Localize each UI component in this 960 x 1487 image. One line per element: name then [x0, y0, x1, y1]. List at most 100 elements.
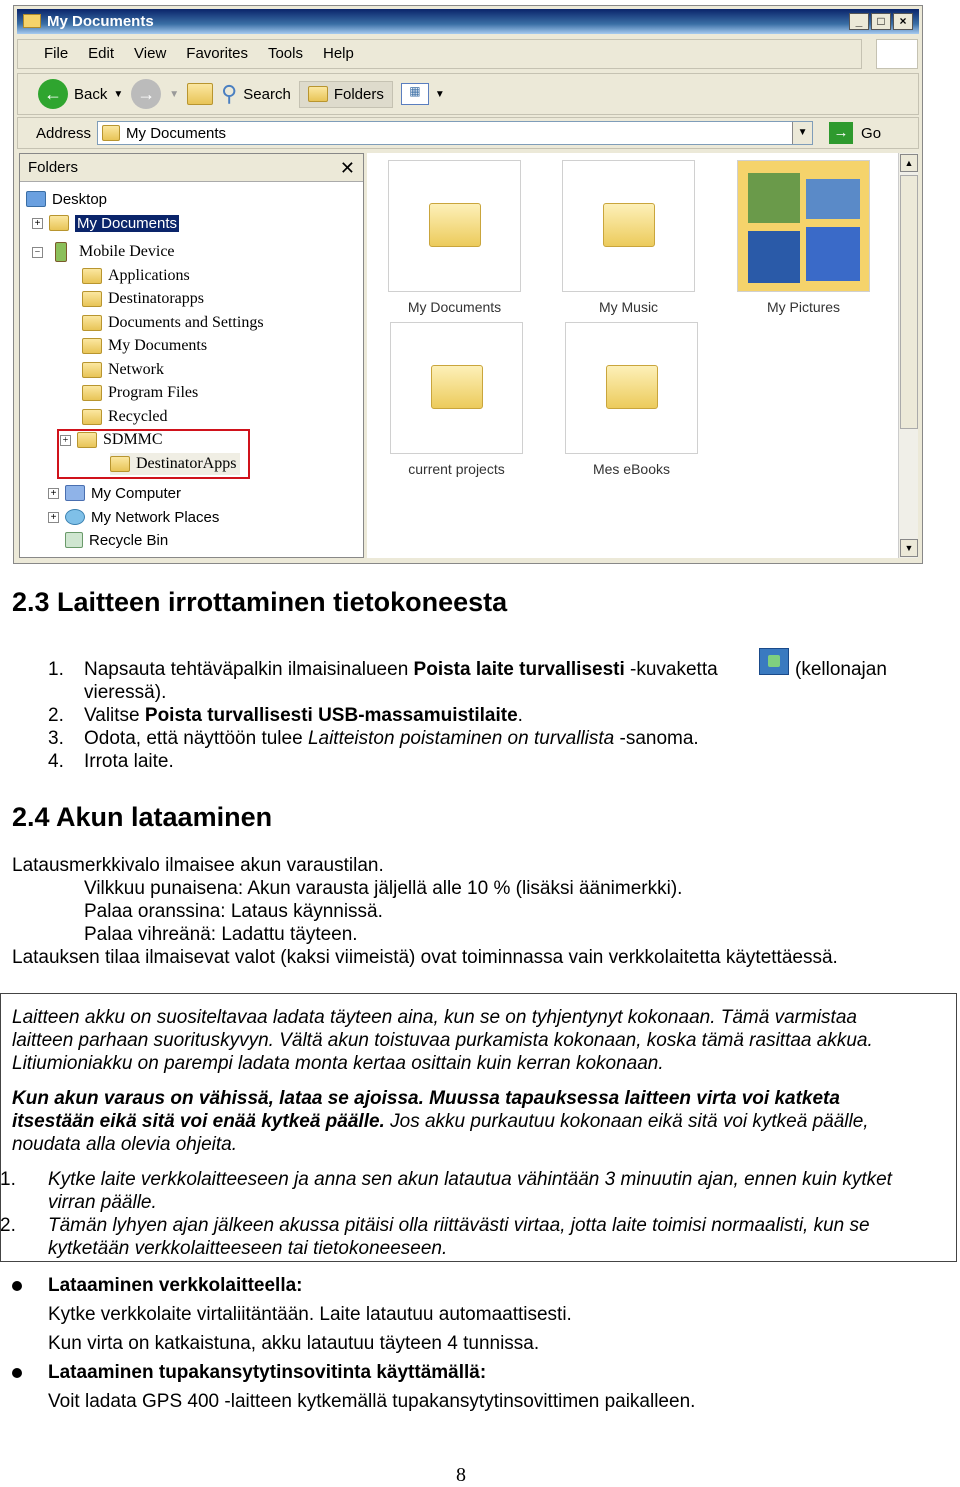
folder-icon — [82, 291, 102, 307]
views-button[interactable]: ▦ ▼ — [400, 83, 445, 105]
forward-button[interactable]: → — [131, 79, 162, 109]
file-item-my-documents[interactable] — [388, 160, 521, 292]
file-item-mes-ebooks[interactable] — [565, 322, 698, 454]
folder-icon — [429, 203, 481, 247]
tree-item-my-computer[interactable]: + My Computer — [48, 482, 181, 504]
close-button[interactable]: × — [893, 13, 913, 30]
safely-remove-hardware-icon — [759, 648, 789, 675]
note-text: laitteen parhaan suorituskyvyn. Vältä ak… — [12, 1030, 873, 1051]
menu-help[interactable]: Help — [323, 40, 354, 68]
step-number: 2. — [48, 705, 64, 726]
tree-item[interactable]: Network — [82, 359, 164, 381]
tree-item-recycle-bin[interactable]: Recycle Bin — [65, 529, 168, 551]
vertical-scrollbar[interactable]: ▲ ▼ — [898, 153, 918, 558]
expand-icon[interactable]: + — [48, 511, 59, 523]
maximize-button[interactable]: □ — [871, 13, 891, 30]
file-label: My Documents — [407, 299, 502, 315]
note-text: noudata alla olevia ohjeita. — [12, 1134, 238, 1155]
folder-icon — [82, 338, 102, 354]
title-bar: My Documents _ □ × — [17, 9, 919, 34]
file-label: current projects — [408, 461, 505, 477]
bullet-icon — [12, 1281, 22, 1291]
scroll-down-button[interactable]: ▼ — [900, 539, 918, 557]
picture-thumbnail — [748, 231, 800, 283]
folders-pane: Folders ✕ Desktop + My Documents − Mobile D… — [19, 153, 364, 558]
step-4: 4. Irrota laite. — [48, 750, 174, 773]
step-2: 2. Valitse Poista turvallisesti USB-massa… — [48, 704, 523, 727]
text: Valitse — [84, 705, 145, 726]
file-item-my-music[interactable] — [562, 160, 695, 292]
address-input[interactable]: My Documents ▼ — [97, 121, 814, 145]
toolbar: ← Back ▼ → ▼ ⚲ Search Folders ▦ ▼ — [17, 73, 919, 115]
bold-text: Poista laite turvallisesti — [413, 659, 625, 680]
tree-item-sdmmc[interactable]: + SDMMC — [60, 429, 163, 451]
tree-label: Mobile Device — [79, 243, 175, 260]
tree-item[interactable]: Recycled — [82, 406, 168, 428]
expand-icon[interactable]: + — [32, 217, 43, 229]
tree-item[interactable]: Program Files — [82, 382, 198, 404]
file-item-my-pictures[interactable] — [737, 160, 870, 292]
tree-label: DestinatorApps — [136, 455, 237, 472]
bullet-icon — [12, 1368, 22, 1378]
open-folder-icon — [110, 456, 130, 472]
tree-label: Documents and Settings — [108, 314, 264, 331]
back-arrow-icon: ← — [38, 79, 68, 109]
scroll-up-button[interactable]: ▲ — [900, 154, 918, 172]
tree-item[interactable]: My Documents — [82, 335, 207, 357]
tree-label: My Documents — [75, 214, 180, 232]
file-label: My Music — [598, 299, 659, 315]
tree-item-mobile-device[interactable]: − Mobile Device — [32, 241, 175, 263]
recycle-bin-icon — [65, 532, 83, 548]
step-number: 4. — [48, 751, 64, 772]
folder-icon — [82, 268, 102, 284]
folder-icon — [603, 203, 655, 247]
section-heading-2-4: 2.4 Akun lataaminen — [12, 802, 273, 832]
expand-icon[interactable]: + — [60, 434, 71, 446]
search-button[interactable]: ⚲ Search — [221, 81, 291, 107]
section-heading-2-3: 2.3 Laitteen irrottaminen tietokoneesta — [12, 587, 508, 617]
back-button[interactable]: ← Back ▼ — [38, 79, 123, 109]
folder-icon — [82, 362, 102, 378]
menu-edit[interactable]: Edit — [88, 40, 114, 68]
picture-thumbnail — [806, 227, 860, 281]
mobile-device-icon — [55, 242, 67, 262]
folder-icon — [82, 385, 102, 401]
tree-item[interactable]: Documents and Settings — [82, 312, 264, 334]
folder-icon — [431, 365, 483, 409]
note-text: itsestään eikä sitä voi enää kytkeä pääl… — [12, 1110, 869, 1133]
note-step: Tämän lyhyen ajan jälkeen akussa pitäisi… — [48, 1215, 870, 1236]
tree-item-my-network-places[interactable]: + My Network Places — [48, 506, 219, 528]
italic-text: Laitteiston poistaminen on turvallista — [307, 728, 615, 749]
tree-item-destinatorapps[interactable]: DestinatorApps — [110, 453, 241, 475]
file-label: Mes eBooks — [592, 461, 671, 477]
desktop-icon — [26, 191, 46, 207]
tree-item-my-documents[interactable]: + My Documents — [32, 212, 180, 234]
menu-view[interactable]: View — [134, 40, 166, 68]
menu-tools[interactable]: Tools — [268, 40, 303, 68]
scroll-thumb[interactable] — [900, 175, 918, 429]
expand-icon[interactable]: + — [48, 487, 59, 499]
minimize-button[interactable]: _ — [849, 13, 869, 30]
menu-favorites[interactable]: Favorites — [186, 40, 248, 68]
folders-icon — [307, 86, 328, 102]
tree-label: Program Files — [108, 384, 199, 401]
tree-item[interactable]: Applications — [82, 265, 190, 287]
back-label: Back — [74, 85, 108, 103]
step-number: 3. — [48, 728, 64, 749]
tree-item-desktop[interactable]: Desktop — [26, 188, 107, 210]
folders-button[interactable]: Folders — [298, 80, 393, 108]
address-bar: Address My Documents ▼ → Go — [17, 117, 919, 149]
bullet-title: Lataaminen verkkolaitteella: — [48, 1275, 303, 1296]
folder-icon — [77, 432, 97, 448]
tree-item[interactable]: Destinatorapps — [82, 288, 204, 310]
address-dropdown[interactable]: ▼ — [792, 122, 813, 144]
up-folder-icon[interactable] — [187, 83, 214, 105]
menu-file[interactable]: File — [44, 40, 68, 68]
step-number: 1. — [48, 659, 64, 680]
file-item-current-projects[interactable] — [390, 322, 523, 454]
search-label: Search — [243, 85, 291, 103]
collapse-icon[interactable]: − — [32, 246, 43, 258]
go-button[interactable]: → Go — [829, 122, 881, 144]
folders-pane-close[interactable]: ✕ — [340, 154, 355, 182]
file-label: My Pictures — [766, 299, 841, 315]
